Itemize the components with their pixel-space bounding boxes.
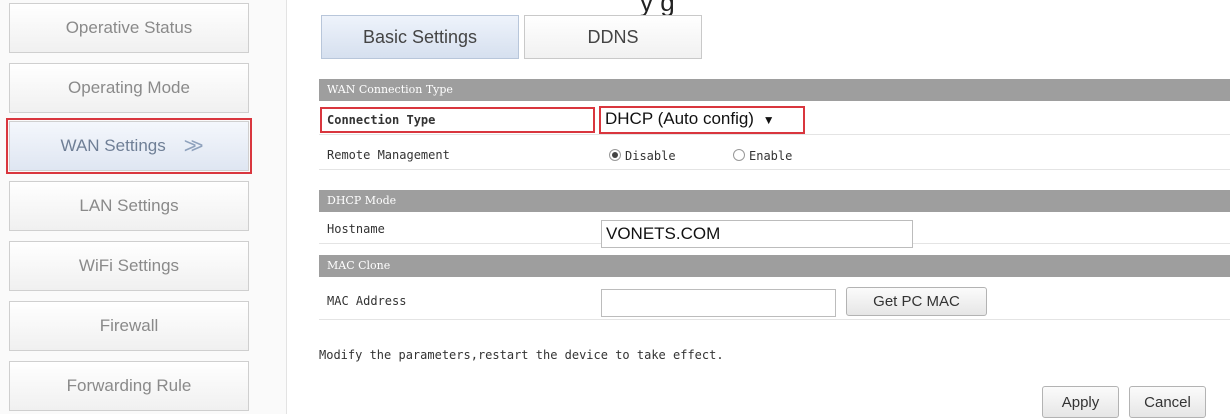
tab-basic-settings[interactable]: Basic Settings <box>321 15 519 59</box>
section-header-mac-clone: MAC Clone <box>319 255 1230 277</box>
cancel-button[interactable]: Cancel <box>1129 386 1206 418</box>
mac-address-row: MAC Address Get PC MAC <box>319 282 1230 320</box>
hostname-input[interactable]: VONETS.COM <box>601 220 913 248</box>
connection-type-row: Connection Type DHCP (Auto config) ▼ <box>319 106 1230 135</box>
dropdown-arrow-icon: ▼ <box>762 113 775 127</box>
sidebar: Operative Status Operating Mode WAN Sett… <box>0 0 287 414</box>
sidebar-item-label: Operating Mode <box>68 78 190 97</box>
radio-disable[interactable] <box>609 149 621 161</box>
connection-type-label: Connection Type <box>327 113 436 127</box>
sidebar-item-label: WiFi Settings <box>78 256 180 275</box>
radio-disable-label[interactable]: Disable <box>625 141 676 172</box>
hostname-row: Hostname VONETS.COM <box>319 215 1230 248</box>
tab-label: Basic Settings <box>362 26 478 47</box>
mac-address-label: MAC Address <box>327 294 407 308</box>
sidebar-item-wan-settings[interactable]: WAN Settings >> <box>6 118 252 174</box>
sidebar-item-wifi-settings[interactable]: WiFi Settings <box>9 241 249 291</box>
mac-address-input[interactable] <box>601 289 836 317</box>
sidebar-item-label: LAN Settings <box>79 196 179 215</box>
sidebar-item-lan-settings[interactable]: LAN Settings <box>9 181 249 231</box>
tab-label: DDNS <box>587 26 639 47</box>
sidebar-item-firewall[interactable]: Firewall <box>9 301 249 351</box>
apply-button[interactable]: Apply <box>1042 386 1119 418</box>
connection-type-value: DHCP (Auto config) <box>605 109 754 128</box>
sidebar-item-forwarding-rule[interactable]: Forwarding Rule <box>9 361 249 411</box>
section-header-wan-connection-type: WAN Connection Type <box>319 79 1230 101</box>
get-pc-mac-button[interactable]: Get PC MAC <box>846 287 987 316</box>
connection-type-select[interactable]: DHCP (Auto config) ▼ <box>605 108 775 130</box>
sidebar-item-operative-status[interactable]: Operative Status <box>9 3 249 53</box>
remote-management-row: Remote Management Disable Enable <box>319 141 1230 170</box>
sidebar-item-label: Forwarding Rule <box>66 376 192 395</box>
sidebar-item-label: Operative Status <box>65 18 193 37</box>
restart-note: Modify the parameters,restart the device… <box>319 348 724 362</box>
remote-management-label: Remote Management <box>327 148 450 162</box>
double-chevron-right-icon: >> <box>183 133 204 158</box>
sidebar-item-label: Firewall <box>99 316 159 335</box>
section-header-dhcp-mode: DHCP Mode <box>319 190 1230 212</box>
sidebar-item-label: WAN Settings <box>60 136 166 155</box>
sidebar-item-operating-mode[interactable]: Operating Mode <box>9 63 249 113</box>
radio-enable-label[interactable]: Enable <box>749 141 792 172</box>
tab-ddns[interactable]: DDNS <box>524 15 702 59</box>
hostname-label: Hostname <box>327 222 385 236</box>
radio-enable[interactable] <box>733 149 745 161</box>
